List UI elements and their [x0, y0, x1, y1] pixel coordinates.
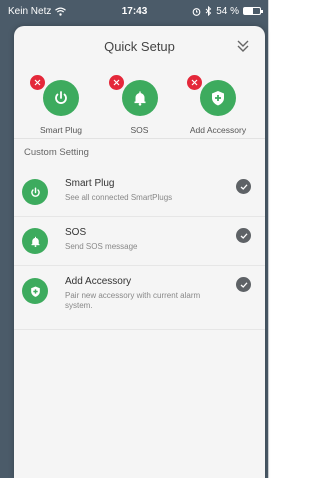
quick-item-label: Smart Plug: [39, 125, 83, 135]
bell-icon: [134, 91, 145, 106]
phone-backdrop: Kein Netz 17:43 54 % Quick Setup Smart P…: [0, 0, 269, 478]
list-item-subtitle: Pair new accessory with current alarm sy…: [65, 291, 201, 311]
power-icon: [55, 91, 67, 104]
battery-icon: [243, 7, 263, 15]
wifi-icon: [55, 7, 67, 16]
custom-setting-list: Smart Plug See all connected SmartPlugs: [14, 170, 265, 330]
list-item-title: Smart Plug: [65, 178, 115, 189]
quick-setup-sheet: Quick Setup Smart Plug SOS Add Accessory…: [14, 26, 265, 478]
list-item-subtitle: Send SOS message: [65, 242, 138, 251]
close-icon: [191, 79, 198, 86]
carrier-label: Kein Netz: [8, 5, 52, 17]
alarm-icon: [192, 7, 201, 16]
list-item-title: SOS: [65, 227, 87, 238]
close-icon: [113, 79, 119, 86]
power-icon: [30, 186, 40, 197]
battery-level: [244, 8, 253, 14]
list-item-sos[interactable]: SOS Send SOS message: [14, 217, 265, 266]
check-icon[interactable]: [236, 179, 251, 194]
double-chevron-down-icon[interactable]: [235, 38, 251, 54]
section-header-custom-setting: Custom Setting: [14, 138, 265, 164]
quick-item-label: SOS: [130, 125, 149, 135]
list-item-smart-plug[interactable]: Smart Plug See all connected SmartPlugs: [14, 170, 265, 217]
bell-icon: [31, 236, 39, 247]
quick-item-label: Add Accessory: [189, 125, 247, 135]
status-bar: Kein Netz 17:43 54 %: [0, 0, 269, 22]
status-time: 17:43: [121, 5, 148, 17]
check-icon[interactable]: [236, 277, 251, 292]
check-icon[interactable]: [236, 228, 251, 243]
list-item-subtitle: See all connected SmartPlugs: [65, 193, 173, 202]
shield-plus-icon: [212, 91, 224, 106]
list-item-title: Add Accessory: [65, 276, 132, 287]
battery-percent: 54 %: [216, 5, 239, 17]
list-item-add-accessory[interactable]: Add Accessory Pair new accessory with cu…: [14, 266, 265, 330]
shield-plus-icon: [30, 285, 40, 297]
sheet-header: Quick Setup: [14, 26, 265, 66]
remove-badge-icon[interactable]: [108, 75, 124, 90]
sheet-title: Quick Setup: [104, 38, 175, 54]
close-icon: [34, 79, 41, 86]
remove-badge-icon[interactable]: [187, 75, 202, 90]
bluetooth-icon: [205, 6, 212, 16]
remove-badge-icon[interactable]: [30, 75, 45, 90]
